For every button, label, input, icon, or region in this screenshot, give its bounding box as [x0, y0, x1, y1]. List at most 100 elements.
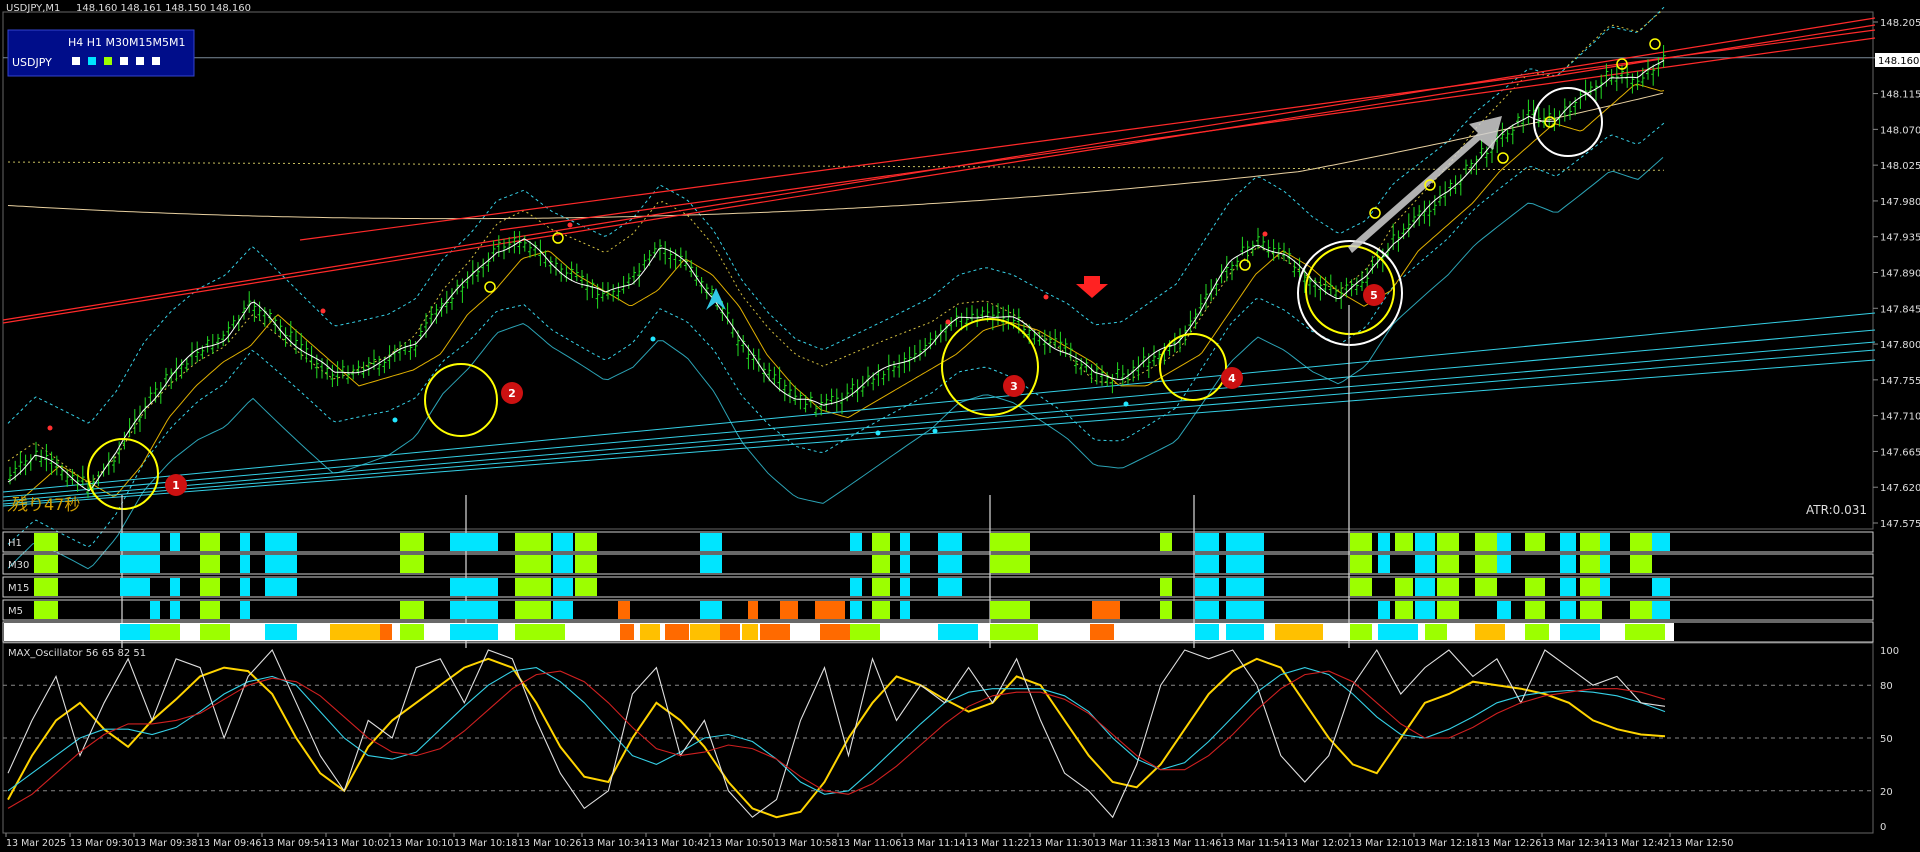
mtf-block	[850, 533, 862, 551]
mtf-block	[1497, 601, 1511, 619]
mtf-block	[34, 601, 58, 619]
mtf-block	[900, 578, 910, 596]
mtf-block	[1630, 533, 1652, 551]
mtf-block	[1525, 601, 1545, 619]
mtf-block	[1560, 578, 1576, 596]
mtf-block	[1600, 578, 1610, 596]
mtf-block	[1195, 555, 1219, 573]
marker-number: 1	[172, 479, 180, 492]
mtf-block	[1580, 555, 1602, 573]
time-tick-label: 13 Mar 12:42	[1606, 838, 1669, 849]
summary-block	[450, 624, 498, 640]
mtf-block	[515, 578, 551, 596]
summary-block	[200, 624, 230, 640]
swing-low-dot	[1123, 401, 1129, 407]
time-tick-label: 13 Mar 12:02	[1286, 838, 1349, 849]
marker-number: 5	[1370, 289, 1378, 302]
time-tick-label: 13 Mar 10:10	[390, 838, 453, 849]
time-tick-label: 13 Mar 11:06	[838, 838, 901, 849]
mtf-block	[515, 533, 551, 551]
mtf-block	[1350, 555, 1372, 573]
price-tick-label: 147.800	[1880, 340, 1920, 351]
mtf-block	[1600, 555, 1610, 573]
mtf-block	[938, 555, 962, 573]
summary-block	[820, 624, 850, 640]
mtf-block	[1378, 601, 1390, 619]
price-tick-label: 147.980	[1880, 197, 1920, 208]
mtf-block	[900, 555, 910, 573]
oscillator-tick-label: 20	[1880, 787, 1893, 798]
mtf-block	[850, 578, 862, 596]
time-tick-label: 13 Mar 09:46	[198, 838, 261, 849]
summary-block	[1625, 624, 1665, 640]
mtf-block	[1580, 578, 1602, 596]
mtf-block	[120, 578, 150, 596]
mtf-block	[553, 555, 573, 573]
mtf-block	[553, 533, 573, 551]
price-tick-label: 147.935	[1880, 233, 1920, 244]
mtf-block	[872, 578, 890, 596]
mtf-block	[400, 555, 424, 573]
mtf-block	[1226, 533, 1264, 551]
time-tick-label: 13 Mar 11:46	[1158, 838, 1221, 849]
summary-block	[938, 624, 978, 640]
mtf-block	[170, 533, 180, 551]
time-tick-label: 13 Mar 12:10	[1350, 838, 1413, 849]
mtf-block-orange	[780, 601, 798, 619]
mtf-block	[1378, 533, 1390, 551]
countdown-text: 残り47秒	[12, 495, 80, 514]
mtf-block	[1415, 533, 1435, 551]
mtf-block-orange	[815, 601, 845, 619]
mtf-block	[938, 578, 962, 596]
marker-number: 4	[1228, 372, 1236, 385]
summary-block	[850, 624, 880, 640]
timeframe-dot	[104, 57, 112, 65]
price-tick-label: 147.755	[1880, 376, 1920, 387]
mtf-block	[1475, 578, 1497, 596]
swing-low-dot	[875, 430, 881, 436]
summary-block	[742, 624, 758, 640]
mtf-block	[515, 601, 551, 619]
chart-canvas[interactable]: 1 2 3 4 5 H1 M30 M15 M5 100 80 50 20 0 148.205 148.1…	[0, 0, 1920, 852]
mtf-block	[1395, 601, 1413, 619]
time-tick-label: 13 Mar 10:42	[646, 838, 709, 849]
mtf-block	[900, 533, 910, 551]
price-tick-label: 147.620	[1880, 483, 1920, 494]
mtf-block	[1160, 533, 1172, 551]
mtf-block	[34, 533, 58, 551]
summary-block	[990, 624, 1038, 640]
mtf-block	[575, 578, 597, 596]
oscillator-tick-label: 0	[1880, 822, 1886, 833]
time-tick-label: 13 Mar 2025	[6, 838, 66, 849]
mtf-block	[450, 578, 498, 596]
swing-low-dot	[392, 417, 398, 423]
summary-block	[120, 624, 150, 640]
oscillator-tick-label: 50	[1880, 734, 1893, 745]
current-price-label: 148.160	[1878, 56, 1919, 67]
mtf-block	[34, 555, 58, 573]
mtf-block	[1350, 533, 1372, 551]
mtf-block	[1415, 578, 1435, 596]
mtf-block	[575, 533, 597, 551]
mtf-block	[1160, 601, 1172, 619]
time-tick-label: 13 Mar 09:54	[262, 838, 325, 849]
price-tick-label: 147.890	[1880, 269, 1920, 280]
mtf-block	[1437, 555, 1459, 573]
summary-block	[330, 624, 380, 640]
summary-block	[1195, 624, 1219, 640]
mtf-block	[170, 578, 180, 596]
mtf-block	[1525, 533, 1545, 551]
mtf-block	[1437, 533, 1459, 551]
mtf-block	[700, 601, 722, 619]
mtf-block	[450, 533, 498, 551]
mtf-block	[872, 533, 890, 551]
mtf-block	[553, 578, 573, 596]
swing-high-dot	[945, 319, 951, 325]
time-tick-label: 13 Mar 10:02	[326, 838, 389, 849]
mtf-block	[1437, 601, 1459, 619]
mtf-block	[1350, 578, 1372, 596]
mtf-block	[1475, 555, 1497, 573]
summary-block	[380, 624, 392, 640]
mtf-row-label: H1	[8, 538, 22, 549]
mtf-block	[200, 533, 220, 551]
